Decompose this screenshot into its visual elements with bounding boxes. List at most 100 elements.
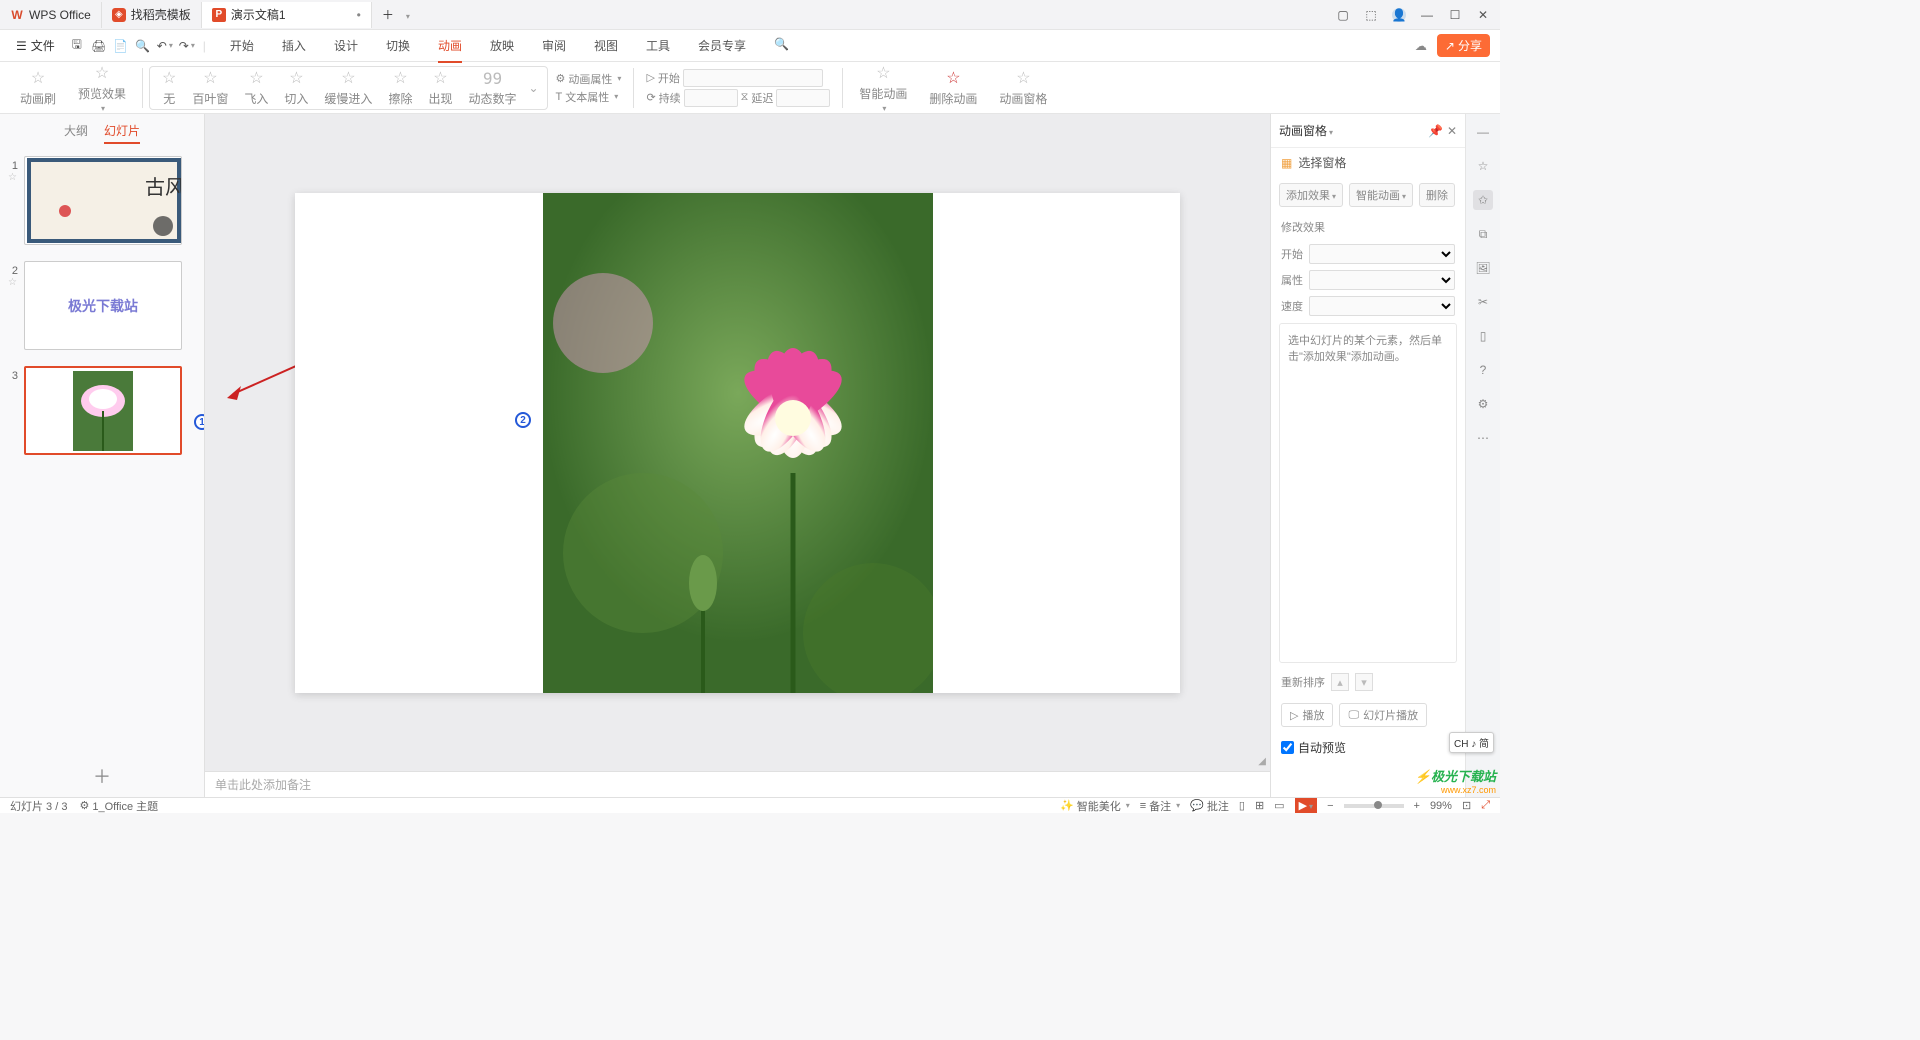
menu-insert[interactable]: 插入 — [282, 37, 306, 54]
canvas-corner-icon[interactable]: ◢ — [1258, 756, 1266, 767]
zoom-out-button[interactable]: − — [1327, 800, 1333, 812]
anim-none[interactable]: ☆无 — [154, 68, 184, 107]
move-up-button[interactable]: ▴ — [1331, 673, 1349, 691]
export-icon[interactable]: 🖨 — [91, 38, 107, 54]
smart-anim-button[interactable]: 智能动画 — [1349, 183, 1413, 207]
play-button[interactable]: ▷播放 — [1281, 703, 1333, 727]
text-properties-button[interactable]: T文本属性 — [556, 89, 622, 105]
menu-design[interactable]: 设计 — [334, 37, 358, 54]
new-tab-button[interactable]: ＋ — [372, 2, 404, 28]
close-pane-icon[interactable]: ✕ — [1447, 124, 1457, 138]
anim-wipe[interactable]: ☆擦除 — [380, 68, 420, 107]
slide-thumbnail-3[interactable] — [24, 366, 182, 455]
minimize-button[interactable]: — — [1420, 8, 1434, 22]
maximize-button[interactable]: ☐ — [1448, 8, 1462, 22]
notes-toggle[interactable]: ≡备注 — [1140, 798, 1180, 814]
pin-icon[interactable]: 📌 — [1428, 124, 1443, 138]
preview-icon[interactable]: 🔍 — [135, 38, 151, 54]
thumbnail-row[interactable]: 1☆ 古风 — [8, 156, 196, 245]
anim-flyin[interactable]: ☆飞入 — [236, 68, 276, 107]
share-button[interactable]: ↗ 分享 — [1437, 34, 1490, 57]
thumbnail-row[interactable]: 3 1 — [8, 366, 196, 455]
close-button[interactable]: ✕ — [1476, 8, 1490, 22]
preview-effect[interactable]: ☆ 预览效果 — [68, 63, 136, 113]
slideshow-start-button[interactable]: ▶ — [1295, 798, 1317, 813]
anim-blinds[interactable]: ☆百叶窗 — [184, 68, 236, 107]
property-select[interactable] — [1309, 270, 1455, 290]
app-tab[interactable]: W WPS Office — [0, 2, 102, 28]
canvas-scroll[interactable]: 2 ◢ — [205, 114, 1270, 771]
slide-thumbnail-2[interactable]: 极光下载站 — [24, 261, 182, 350]
menu-member[interactable]: 会员专享 — [698, 37, 746, 54]
menu-review[interactable]: 审阅 — [542, 37, 566, 54]
slide-thumbnail-1[interactable]: 古风 — [24, 156, 182, 245]
animation-gallery[interactable]: ☆无 ☆百叶窗 ☆飞入 ☆切入 ☆缓慢进入 ☆擦除 ☆出现 99动态数字 ⌄ — [149, 66, 548, 110]
search-icon[interactable]: 🔍 — [774, 37, 789, 54]
delay-input[interactable] — [776, 89, 830, 107]
cloud-icon[interactable]: ☁ — [1415, 39, 1427, 53]
add-slide-button[interactable]: ＋ — [0, 755, 204, 797]
slides-tab[interactable]: 幻灯片 — [104, 122, 140, 144]
anim-cutin[interactable]: ☆切入 — [276, 68, 316, 107]
view-normal-icon[interactable]: ▯ — [1239, 799, 1245, 812]
start-field[interactable]: ▷开始 — [646, 69, 830, 87]
start-select[interactable] — [1309, 244, 1455, 264]
zoom-slider[interactable] — [1344, 804, 1404, 808]
menu-view[interactable]: 视图 — [594, 37, 618, 54]
zoom-level[interactable]: 99% — [1430, 800, 1452, 812]
anim-properties-button[interactable]: ⚙动画属性 — [556, 71, 622, 87]
menu-tools[interactable]: 工具 — [646, 37, 670, 54]
rail-more-icon[interactable]: ⋯ — [1473, 428, 1493, 448]
menu-transition[interactable]: 切换 — [386, 37, 410, 54]
animation-painter[interactable]: ☆ 动画刷 — [10, 68, 66, 107]
beautify-button[interactable]: ✨智能美化 — [1060, 798, 1130, 814]
ime-indicator[interactable]: CH ♪ 简 — [1449, 732, 1494, 753]
slide-canvas[interactable] — [295, 193, 1180, 693]
animation-pane-button[interactable]: ☆动画窗格 — [989, 68, 1057, 107]
rail-book-icon[interactable]: ▯ — [1473, 326, 1493, 346]
tab-menu-dropdown[interactable] — [404, 8, 410, 22]
rail-image-icon[interactable]: 🖼 — [1473, 258, 1493, 278]
lotus-image[interactable] — [543, 193, 933, 693]
document-tab[interactable]: P 演示文稿1 • — [202, 2, 372, 28]
print-icon[interactable]: 📄 — [113, 38, 129, 54]
anim-slowin[interactable]: ☆缓慢进入 — [316, 68, 380, 107]
window-compact-icon[interactable]: ▢ — [1336, 8, 1350, 22]
file-menu[interactable]: ☰ 文件 — [10, 37, 61, 54]
slideshow-button[interactable]: 🖵幻灯片播放 — [1339, 703, 1427, 727]
smart-animation-button[interactable]: ☆智能动画 — [849, 63, 917, 113]
move-down-button[interactable]: ▾ — [1355, 673, 1373, 691]
delete-animation-button[interactable]: ☆删除动画 — [919, 68, 987, 107]
redo-button[interactable]: ↷ — [179, 38, 195, 54]
menu-start[interactable]: 开始 — [230, 37, 254, 54]
thumbnail-row[interactable]: 2☆ 极光下载站 — [8, 261, 196, 350]
outline-tab[interactable]: 大纲 — [64, 122, 88, 144]
user-avatar-icon[interactable]: 👤 — [1392, 8, 1406, 22]
auto-preview-input[interactable] — [1281, 741, 1294, 754]
anim-appear[interactable]: ☆出现 — [420, 68, 460, 107]
menu-slideshow[interactable]: 放映 — [490, 37, 514, 54]
rail-star-icon[interactable]: ☆ — [1473, 156, 1493, 176]
fit-button[interactable]: ⊡ — [1462, 799, 1471, 812]
comments-toggle[interactable]: 💬批注 — [1190, 798, 1229, 814]
view-sorter-icon[interactable]: ⊞ — [1255, 799, 1264, 812]
collapse-icon[interactable]: — — [1473, 122, 1493, 142]
view-reading-icon[interactable]: ▭ — [1274, 799, 1284, 812]
gallery-expand-icon[interactable]: ⌄ — [524, 81, 542, 95]
start-input[interactable] — [683, 69, 823, 87]
rail-tools-icon[interactable]: ✂ — [1473, 292, 1493, 312]
undo-button[interactable]: ↶ — [157, 38, 173, 54]
zoom-in-button[interactable]: + — [1414, 800, 1420, 812]
rail-help-icon[interactable]: ? — [1473, 360, 1493, 380]
save-icon[interactable]: 🖫 — [69, 38, 85, 54]
notes-area[interactable]: 单击此处添加备注 — [205, 771, 1270, 797]
add-effect-button[interactable]: 添加效果 — [1279, 183, 1343, 207]
rail-clone-icon[interactable]: ⧉ — [1473, 224, 1493, 244]
rail-anim-icon[interactable]: ✩ — [1473, 190, 1493, 210]
delete-button[interactable]: 删除 — [1419, 183, 1455, 207]
auto-preview-checkbox[interactable]: 自动预览 — [1271, 733, 1465, 762]
menu-animation[interactable]: 动画 — [438, 37, 462, 63]
speed-select[interactable] — [1309, 296, 1455, 316]
anim-number[interactable]: 99动态数字 — [460, 69, 524, 107]
pane-title[interactable]: 动画窗格 — [1279, 122, 1424, 139]
